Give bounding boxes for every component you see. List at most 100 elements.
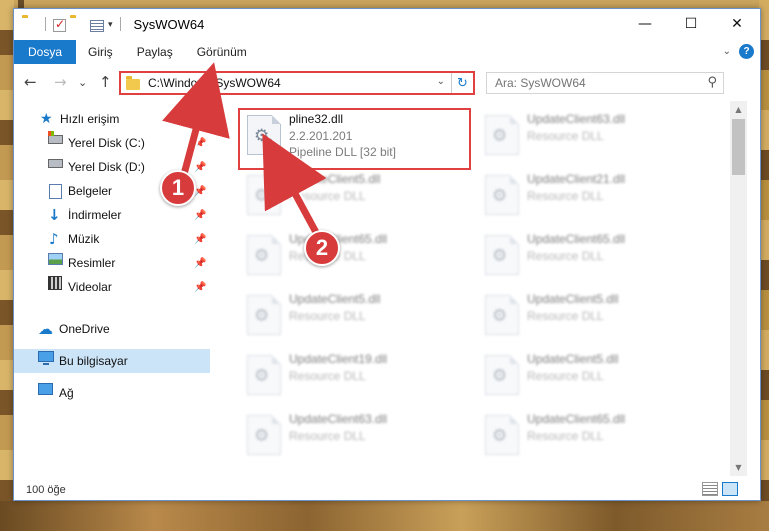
documents-icon [49,183,62,199]
file-type: Resource DLL [527,369,604,383]
dll-file-icon: ⚙ [485,175,519,215]
sidebar-item-pictures[interactable]: Resimler 📌 [14,251,210,275]
file-name: UpdateClient5.dll [527,352,619,366]
file-type: Resource DLL [289,309,366,323]
help-icon[interactable]: ? [739,44,754,59]
refresh-button[interactable]: ↻ [451,73,473,93]
file-item[interactable]: ⚙ UpdateClient63.dll Resource DLL [241,407,461,463]
file-type: Resource DLL [527,189,604,203]
sidebar-item-label: Videolar [68,280,112,294]
star-icon: ★ [40,111,53,127]
drive-c-icon [48,131,63,144]
file-name: UpdateClient63.dll [527,112,626,126]
scroll-thumb[interactable] [732,119,745,175]
item-count: 100 öğe [26,484,66,496]
close-button[interactable]: ✕ [714,9,760,39]
navigation-bar: ← → ⌄ ↑ C:\Windows\SysWOW64 ⌄ ↻ ⚲ [14,67,760,99]
file-name: UpdateClient63.dll [289,412,388,426]
pin-icon[interactable]: 📌 [194,234,206,245]
sidebar-item-downloads[interactable]: ↓ İndirmeler 📌 [14,203,210,227]
file-item[interactable]: ⚙ UpdateClient5.dll Resource DLL [479,287,699,343]
forward-button[interactable]: → [54,73,67,91]
file-name: UpdateClient65.dll [527,412,626,426]
pin-icon[interactable]: 📌 [194,138,206,149]
address-bar[interactable]: C:\Windows\SysWOW64 ⌄ ↻ [119,71,475,95]
search-box[interactable]: ⚲ [486,72,724,94]
search-input[interactable] [495,76,695,90]
dll-file-icon: ⚙ [485,295,519,335]
file-item[interactable]: ⚙ UpdateClient65.dll Resource DLL [479,407,699,463]
file-item[interactable]: ⚙ UpdateClient19.dll Resource DLL [241,347,461,403]
tab-home[interactable]: Giriş [76,40,125,64]
properties-icon[interactable] [90,20,104,32]
sidebar-item-label: Resimler [68,256,116,270]
toolbar-divider [45,17,46,31]
file-type: Resource DLL [289,369,366,383]
file-item[interactable]: ⚙ UpdateClient5.dll Resource DLL [241,287,461,343]
folder-icon[interactable] [22,16,38,32]
file-type: Resource DLL [527,249,604,263]
sidebar-item-onedrive[interactable]: ☁ OneDrive [14,317,210,341]
onedrive-icon: ☁ [38,320,53,338]
pin-icon[interactable]: 📌 [194,282,206,293]
sidebar-item-quick-access[interactable]: ★ Hızlı erişim [14,107,210,131]
pin-icon[interactable]: 📌 [194,210,206,221]
file-item[interactable]: ⚙ UpdateClient63.dll Resource DLL [479,107,699,163]
details-view-icon[interactable] [702,482,718,496]
pin-icon[interactable]: 📌 [194,258,206,269]
sidebar-item-this-pc[interactable]: Bu bilgisayar [14,349,210,373]
file-name: UpdateClient5.dll [289,292,381,306]
properties-check-icon[interactable] [53,17,66,32]
file-item[interactable]: ⚙ UpdateClient21.dll Resource DLL [479,167,699,223]
status-bar: 100 öğe [14,479,760,501]
address-path[interactable]: C:\Windows\SysWOW64 [148,76,281,90]
dll-file-icon: ⚙ [247,355,281,395]
sidebar-item-label: Bu bilgisayar [59,354,128,368]
this-pc-icon [38,351,54,365]
dll-file-icon: ⚙ [247,415,281,455]
file-item[interactable]: ⚙ UpdateClient5.dll Resource DLL [479,347,699,403]
window-controls: — ☐ ✕ [622,9,760,39]
file-type: Resource DLL [527,129,604,143]
minimize-button[interactable]: — [622,9,668,39]
folder-icon [126,75,140,90]
file-type: Resource DLL [289,429,366,443]
new-folder-icon[interactable] [70,16,86,32]
maximize-button[interactable]: ☐ [668,9,714,39]
back-button[interactable]: ← [24,73,37,91]
chevron-down-icon[interactable]: ⌄ [437,76,445,87]
dll-file-icon: ⚙ [485,115,519,155]
file-type: Resource DLL [289,189,366,203]
dll-file-icon: ⚙ [485,235,519,275]
pin-icon[interactable]: 📌 [194,162,206,173]
sidebar-item-videos[interactable]: Videolar 📌 [14,275,210,299]
scroll-down-icon[interactable]: ▼ [730,459,747,476]
videos-icon [48,276,62,290]
sidebar-item-network[interactable]: Ağ [14,381,210,405]
sidebar-item-label: Yerel Disk (C:) [68,136,145,150]
tab-view[interactable]: Görünüm [185,40,259,64]
ribbon-tabs: Dosya Giriş Paylaş Görünüm ⌄ ? [14,40,760,64]
ribbon-right-controls: ⌄ ? [723,44,754,59]
sidebar-item-label: Yerel Disk (D:) [68,160,145,174]
view-buttons [702,482,738,496]
tab-share[interactable]: Paylaş [125,40,185,64]
desktop-background-left [0,0,14,531]
file-item[interactable]: ⚙ UpdateClient5.dll Resource DLL [241,167,461,223]
file-item[interactable]: ⚙ UpdateClient65.dll Resource DLL [479,227,699,283]
highlight-box-file [238,108,471,170]
tab-file[interactable]: Dosya [14,40,77,64]
file-item[interactable]: ⚙ UpdateClient65.dll Resource DLL [241,227,461,283]
scroll-up-icon[interactable]: ▲ [730,101,747,118]
tiles-view-icon[interactable] [722,482,738,496]
expand-ribbon-icon[interactable]: ⌄ [723,46,731,57]
customize-toolbar-icon[interactable]: ▾ [108,19,113,30]
dll-file-icon: ⚙ [485,415,519,455]
up-button[interactable]: ↑ [99,73,112,91]
sidebar-item-local-disk-c[interactable]: Yerel Disk (C:) 📌 [14,131,210,155]
vertical-scrollbar[interactable]: ▲ ▼ [730,101,747,476]
search-icon[interactable]: ⚲ [707,75,717,90]
recent-locations-button[interactable]: ⌄ [78,76,87,89]
sidebar-item-label: Müzik [68,232,100,246]
sidebar-item-music[interactable]: ♪ Müzik 📌 [14,227,210,251]
